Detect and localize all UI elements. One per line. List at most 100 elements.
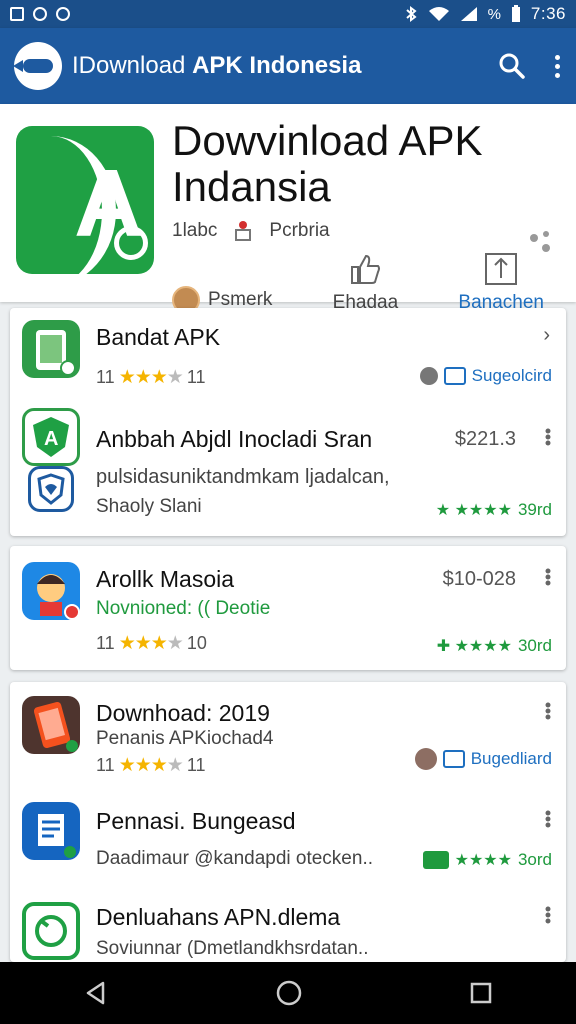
search-icon[interactable]: [498, 52, 526, 80]
item-title: Pennasi. Bungeasd: [96, 808, 296, 834]
more-options-icon[interactable]: [544, 428, 552, 451]
more-options-icon[interactable]: [552, 54, 562, 78]
editor-choice-icon: [442, 750, 465, 768]
download-badge-icon: [422, 851, 449, 869]
status-bar: % 7:36: [0, 0, 576, 28]
green-rating-label: 30rd: [517, 636, 552, 655]
featured-app-icon[interactable]: A: [16, 126, 154, 274]
rating-count: 11: [96, 633, 115, 653]
app-bar: IDownload APK Indonesia: [0, 28, 576, 104]
star-rating-icon: ✚ ★★★★: [436, 638, 512, 655]
rating-count: 11: [96, 755, 115, 775]
share-box-icon: [485, 253, 518, 285]
list-item[interactable]: Bandat APK › 11 ★★★★ 11 Sugeolcird: [10, 308, 566, 404]
star-rating-icon: ★★★★: [118, 633, 184, 654]
item-price: $10-028: [442, 568, 516, 590]
home-icon[interactable]: [275, 979, 303, 1007]
editor-choice-icon: [443, 367, 466, 385]
more-options-icon[interactable]: [544, 568, 552, 591]
media-notification-icon: [33, 7, 47, 21]
star-rating-icon: ★★★★: [118, 755, 184, 776]
item-price: $221.3: [454, 428, 516, 450]
recents-icon[interactable]: [469, 981, 493, 1005]
item-description: Daadimaur @kandapdi otecken..: [96, 848, 374, 869]
item-rating: 11 ★★★★ 11: [96, 754, 206, 777]
signal-icon: [460, 7, 477, 21]
app-title-bold: APK Indonesia: [192, 52, 362, 79]
thumbs-up-icon: [351, 254, 381, 284]
rating-count: 11: [96, 367, 115, 387]
list-item[interactable]: Denluahans APN.dlema Soviunnar (Dmetland…: [10, 886, 566, 962]
app-logo-icon[interactable]: [13, 42, 62, 90]
item-green-rating: ★★★★ 3ord: [422, 850, 552, 870]
item-title: Downhoad: 2019: [96, 700, 270, 726]
more-options-icon[interactable]: [544, 702, 552, 725]
item-rating: 11 ★★★★ 10: [96, 632, 207, 655]
app-list-card-1: Bandat APK › 11 ★★★★ 11 Sugeolcird A Anb…: [10, 308, 566, 536]
refresh-app-icon: [22, 902, 80, 960]
game-app-icon: [22, 696, 80, 754]
item-description: pulsidasuniktandmkam ljadalcan,: [96, 466, 390, 488]
meta-left: 1labc: [172, 220, 218, 241]
download-pin-icon: [235, 221, 252, 241]
app-title: IDownload APK Indonesia: [72, 52, 361, 80]
green-rating-label: 39rd: [517, 500, 552, 519]
character-app-icon: [22, 562, 80, 620]
developer-avatar: [414, 748, 437, 770]
gallery-notification-icon: [10, 7, 24, 21]
item-badge: Sugeolcird: [419, 366, 552, 386]
coin-notification-icon: [56, 7, 70, 21]
document-app-icon: [22, 802, 80, 860]
shield-app-icon: [28, 466, 74, 512]
item-title: Bandat APK: [96, 324, 221, 350]
item-green-rating: ★ ★★★★ 39rd: [436, 500, 552, 520]
more-options-icon[interactable]: [544, 810, 552, 833]
item-badge: Bugedliard: [414, 748, 552, 770]
badge-label: Sugeolcird: [471, 366, 552, 385]
battery-icon: [511, 5, 520, 22]
list-item[interactable]: A Anbbah Abjdl Inocladi Sran $221.3 puls…: [10, 404, 566, 536]
chevron-right-icon[interactable]: ›: [543, 324, 550, 347]
item-green-rating: ✚ ★★★★ 30rd: [437, 636, 552, 656]
like-button[interactable]: Ehadaa: [333, 252, 398, 314]
item-title: Denluahans APN.dlema: [96, 904, 341, 930]
wifi-icon: [428, 7, 449, 21]
star-rating-icon: ★★★★: [454, 852, 512, 869]
item-description-secondary: Shaoly Slani: [96, 496, 202, 517]
item-subtitle: Novnioned: (( Deotie: [96, 598, 271, 619]
rating-value: 10: [186, 633, 207, 653]
item-description: Soviunnar (Dmetlandkhsrdatan..: [96, 938, 369, 959]
system-navigation-bar: [0, 962, 576, 1024]
featured-app-meta: 1labc Pcrbria: [172, 220, 330, 242]
back-icon[interactable]: [83, 980, 109, 1006]
badge-label: Bugedliard: [470, 749, 552, 768]
security-app-icon: A: [22, 408, 80, 466]
more-options-icon[interactable]: [544, 906, 552, 929]
featured-app-actions: Psmerk Ehadaa Banachen: [172, 252, 544, 314]
phone-app-icon: [22, 320, 80, 378]
bluetooth-icon: [405, 6, 417, 22]
list-item[interactable]: Downhoad: 2019 Penanis APKiochad4 11 ★★★…: [10, 682, 566, 786]
verified-icon: [419, 367, 438, 385]
item-subtitle: Penanis APKiochad4: [96, 728, 274, 749]
battery-percent: %: [487, 5, 501, 23]
item-rating: 11 ★★★★ 11: [96, 366, 206, 389]
star-rating-icon: ★★★★: [118, 367, 184, 388]
green-rating-label: 3ord: [517, 850, 552, 869]
primary-action-button[interactable]: Banachen: [458, 252, 544, 314]
app-list-card-3: Downhoad: 2019 Penanis APKiochad4 11 ★★★…: [10, 682, 566, 962]
app-title-light: IDownload: [72, 52, 193, 79]
rating-value: 11: [186, 755, 206, 775]
rating-value: 11: [186, 367, 206, 387]
meta-right: Pcrbria: [269, 220, 330, 241]
list-item[interactable]: Arollk Masoia $10-028 Novnioned: (( Deot…: [10, 546, 566, 670]
list-item[interactable]: Pennasi. Bungeasd Daadimaur @kandapdi ot…: [10, 786, 566, 886]
featured-app-header: A Dowvinload APK Indansia 1labc Pcrbria …: [0, 104, 576, 314]
item-title: Anbbah Abjdl Inocladi Sran: [96, 426, 373, 452]
star-rating-icon: ★ ★★★★: [435, 502, 512, 519]
clock: 7:36: [530, 4, 566, 23]
item-title: Arollk Masoia: [96, 566, 235, 592]
app-list-card-2: Arollk Masoia $10-028 Novnioned: (( Deot…: [10, 546, 566, 670]
svg-text:A: A: [44, 428, 58, 450]
featured-app-title: Dowvinload APK Indansia: [172, 117, 483, 210]
